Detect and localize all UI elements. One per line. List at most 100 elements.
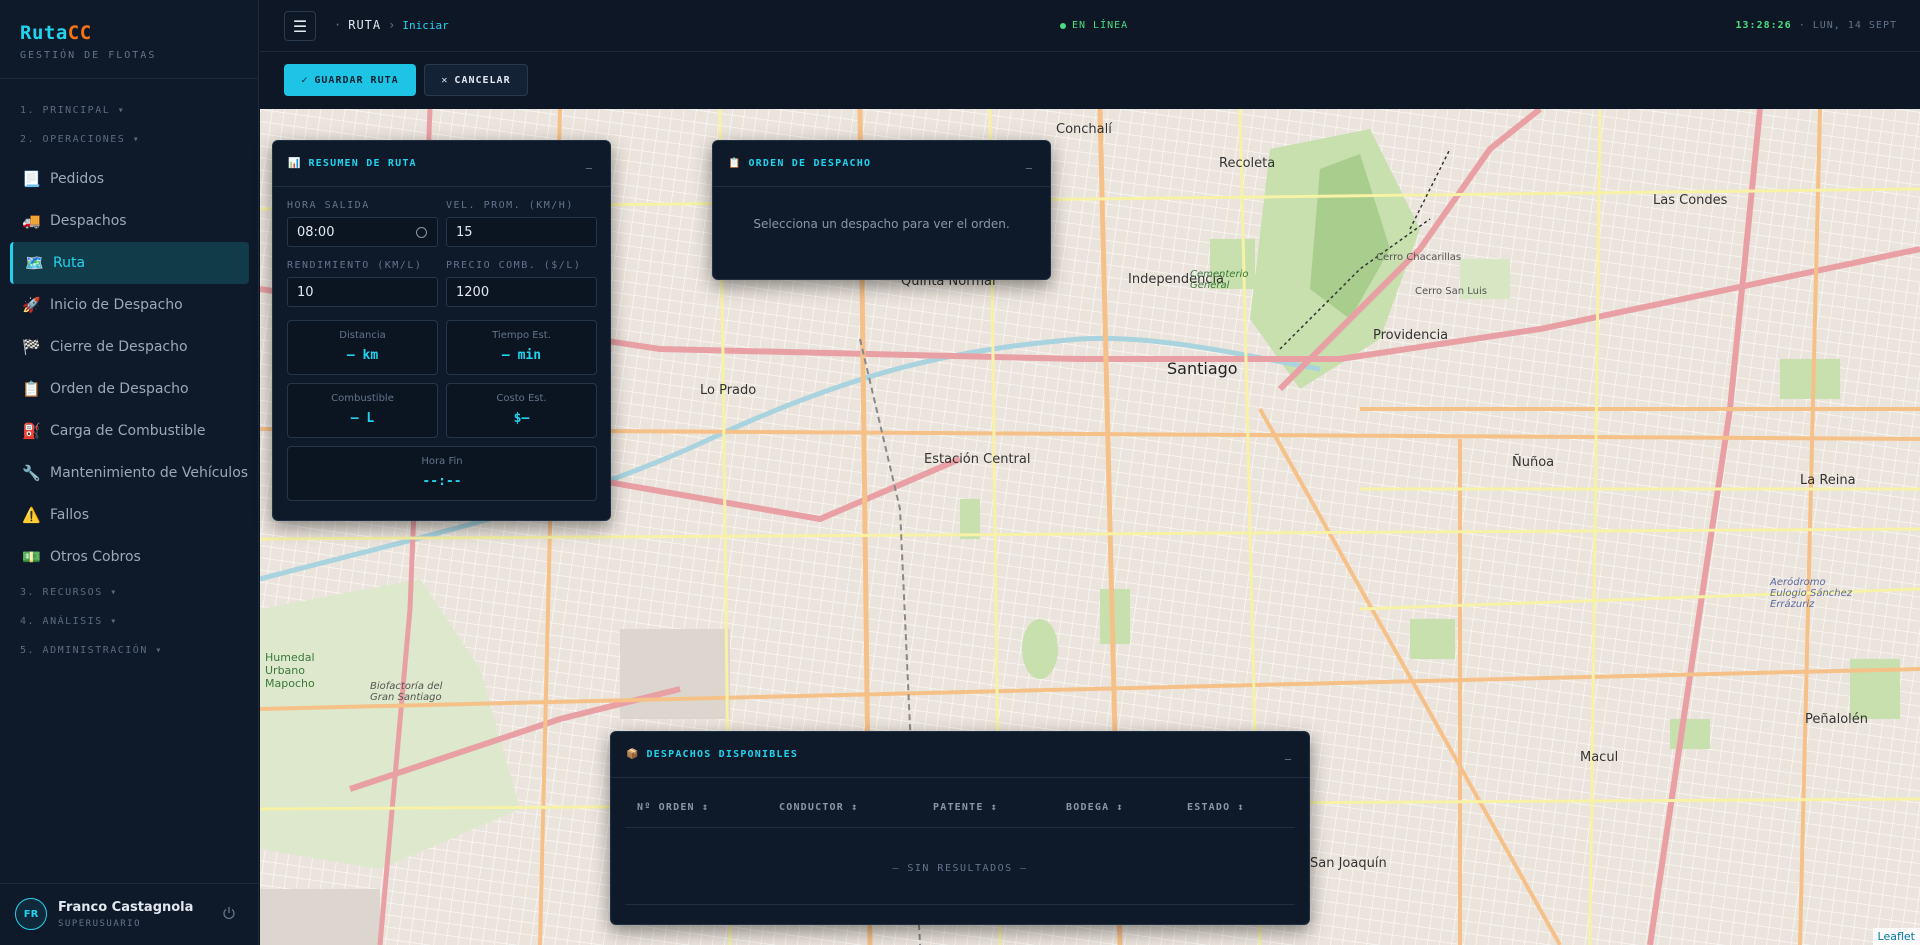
clock-date: · LUN, 14 SEPT [1791,20,1897,31]
average-speed-input[interactable]: 15 [446,217,597,247]
sidebar-item-despachos[interactable]: 🚚 Despachos [0,200,259,242]
map-label: Recoleta [1219,156,1276,171]
map-label: Aeródromo Eulogio Sánchez Errázuriz [1770,577,1853,610]
cancel-button[interactable]: ✕ CANCELAR [424,64,528,96]
connection-status: EN LÍNEA [1060,20,1128,31]
clock-time: 13:28:26 [1735,20,1792,31]
stat-estimated-cost: Costo Est. $— [446,383,597,438]
sidebar-item-inicio-despacho[interactable]: 🚀 Inicio de Despacho [0,284,259,326]
sidebar-item-pedidos[interactable]: 📃 Pedidos [0,158,259,200]
truck-icon: 🚚 [22,212,41,230]
table-header: Nº ORDEN ↕ CONDUCTOR ↕ PATENTE ↕ BODEGA … [625,802,1295,828]
nav-section-principal[interactable]: 1. PRINCIPAL ▾ [0,100,259,129]
wrench-icon: 🔧 [22,464,41,482]
panel-header[interactable]: 📦 DESPACHOS DISPONIBLES _ [611,732,1309,778]
sidebar-item-otros-cobros[interactable]: 💵 Otros Cobros [0,536,259,578]
brand-logo[interactable]: RutaCC [20,22,156,44]
breadcrumb-link-iniciar[interactable]: Iniciar [402,19,448,32]
map-label: Santiago [1167,359,1238,378]
nav-section-administracion[interactable]: 5. ADMINISTRACIÓN ▾ [0,640,259,669]
map-label: Humedal Urbano Mapocho [265,651,315,690]
sidebar-item-cierre-despacho[interactable]: 🏁 Cierre de Despacho [0,326,259,368]
sidebar-item-carga-combustible[interactable]: ⛽ Carga de Combustible [0,410,259,452]
nav-section-analisis[interactable]: 4. ANÁLISIS ▾ [0,611,259,640]
user-profile[interactable]: FR Franco Castagnola SUPERUSUARIO [15,898,193,930]
empty-message: Selecciona un despacho para ver el orden… [753,217,1010,231]
field-label: HORA SALIDA [287,200,370,211]
sidebar-item-ruta[interactable]: 🗺️ Ruta [10,242,249,284]
action-toolbar: ✓ GUARDAR RUTA ✕ CANCELAR [260,53,1920,109]
check-icon: ✓ [301,74,309,86]
available-dispatches-panel: 📦 DESPACHOS DISPONIBLES _ Nº ORDEN ↕ CON… [610,731,1310,925]
column-header-bodega[interactable]: BODEGA ↕ [1054,802,1175,813]
money-icon: 💵 [22,548,41,566]
field-label: VEL. PROM. (KM/H) [446,200,574,211]
map-label: Cerro San Luis [1415,286,1487,297]
menu-toggle-button[interactable]: ☰ [284,11,316,41]
sidebar-item-mantenimiento[interactable]: 🔧 Mantenimiento de Vehículos [0,452,259,494]
panel-title: ORDEN DE DESPACHO [748,158,872,169]
departure-time-input[interactable]: 08:00 [287,217,438,247]
divider [0,78,259,79]
brand-subtitle: GESTIÓN DE FLOTAS [20,50,157,61]
clipboard-icon: 📋 [728,158,741,169]
hamburger-icon: ☰ [292,16,308,36]
user-role: SUPERUSUARIO [58,918,142,929]
panel-title: RESUMEN DE RUTA [308,158,417,169]
column-header-patente[interactable]: PATENTE ↕ [921,802,1054,813]
field-label: RENDIMIENTO (KM/L) [287,260,423,271]
clock-icon[interactable] [416,227,427,238]
map-icon: 🗺️ [25,254,44,272]
field-label: PRECIO COMB. ($/L) [446,260,582,271]
map-label: Conchalí [1056,122,1112,137]
sidebar-item-fallos[interactable]: ⚠️ Fallos [0,494,259,536]
user-name: Franco Castagnola [58,899,194,915]
minimize-button[interactable]: _ [586,155,592,169]
save-route-button[interactable]: ✓ GUARDAR RUTA [284,64,416,96]
document-icon: 📃 [22,170,41,188]
stat-fuel: Combustible — L [287,383,438,438]
topbar: ☰ · RUTA › Iniciar EN LÍNEA 13:28:26 · L… [260,0,1920,52]
clipboard-icon: 📋 [22,380,41,398]
map-attribution[interactable]: Leaflet [1872,928,1920,945]
minimize-button[interactable]: _ [1026,155,1032,169]
column-header-conductor[interactable]: CONDUCTOR ↕ [767,802,921,813]
map-label: Cementerio General [1190,269,1249,291]
map-label: San Joaquín [1310,856,1387,871]
brand: RutaCC GESTIÓN DE FLOTAS [20,22,156,61]
column-header-estado[interactable]: ESTADO ↕ [1175,802,1285,813]
stat-end-time: Hora Fin --:-- [287,446,597,501]
map-label: Biofactoría del Gran Santiago [370,681,443,703]
rocket-icon: 🚀 [22,296,41,314]
map-label: Ñuñoa [1512,455,1555,470]
sidebar: RutaCC GESTIÓN DE FLOTAS 1. PRINCIPAL ▾ … [0,0,259,945]
column-header-orden[interactable]: Nº ORDEN ↕ [625,802,767,813]
fuel-pump-icon: ⛽ [22,422,41,440]
map-label: Macul [1580,750,1619,765]
nav-section-recursos[interactable]: 3. RECURSOS ▾ [0,582,259,611]
divider [625,904,1295,905]
warning-icon: ⚠️ [22,506,41,524]
avatar: FR [15,898,47,930]
panel-header[interactable]: 📊 RESUMEN DE RUTA _ [273,141,610,187]
breadcrumb-current: RUTA [348,18,382,32]
nav-section-operaciones[interactable]: 2. OPERACIONES ▾ [0,129,259,158]
map-label: Lo Prado [700,383,757,398]
map-label: La Reina [1800,473,1856,488]
map-label: Peñalolén [1805,712,1868,727]
divider [0,883,259,884]
panel-title: DESPACHOS DISPONIBLES [646,749,799,760]
nav-menu: 1. PRINCIPAL ▾ 2. OPERACIONES ▾ 📃 Pedidos… [0,100,259,669]
map-label: Estación Central [924,452,1031,467]
stat-distance: Distancia — km [287,320,438,375]
panel-header[interactable]: 📋 ORDEN DE DESPACHO _ [713,141,1050,187]
fuel-efficiency-input[interactable]: 10 [287,277,438,307]
package-icon: 📦 [626,749,639,760]
sidebar-item-orden-despacho[interactable]: 📋 Orden de Despacho [0,368,259,410]
power-icon[interactable] [222,906,236,920]
clock: 13:28:26 · LUN, 14 SEPT [1736,20,1897,31]
no-results-message: — SIN RESULTADOS — [892,863,1028,874]
fuel-price-input[interactable]: 1200 [446,277,597,307]
breadcrumb: · RUTA › Iniciar [334,18,449,32]
minimize-button[interactable]: _ [1285,746,1291,760]
